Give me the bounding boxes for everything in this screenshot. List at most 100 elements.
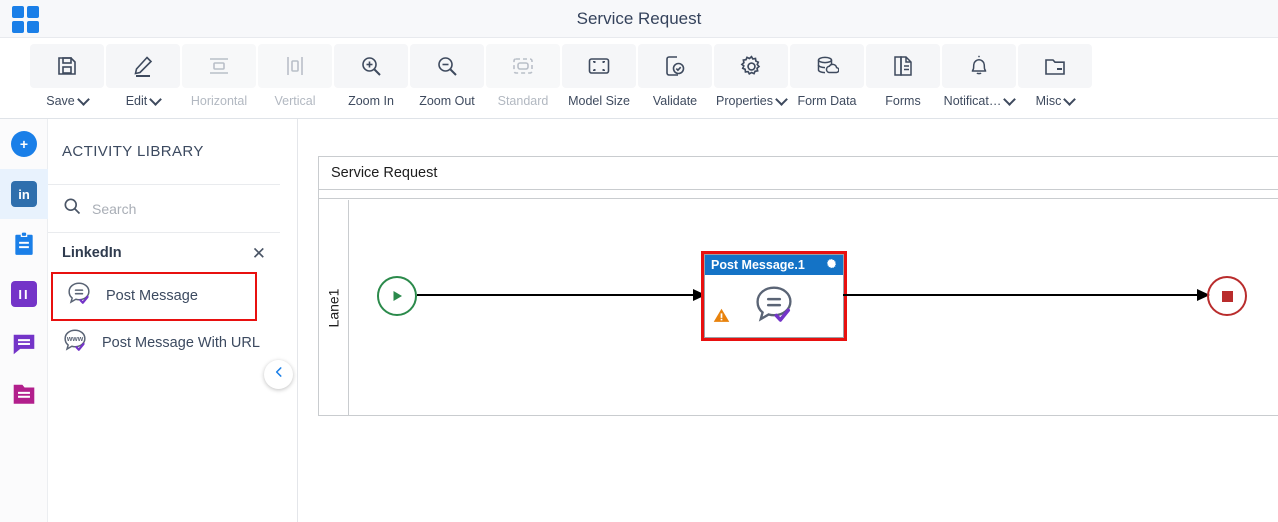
edit-label: Edit — [125, 94, 148, 108]
notifications-button[interactable]: Notificat… — [942, 38, 1016, 108]
gear-icon[interactable] — [826, 258, 838, 273]
rail-item-clipboard[interactable] — [0, 219, 48, 269]
pencil-edit-icon — [106, 44, 180, 88]
end-event-node[interactable] — [1207, 276, 1247, 316]
library-item-post-message-with-url[interactable]: www Post Message With URL — [48, 320, 280, 367]
vertical-button[interactable]: Vertical — [258, 38, 332, 108]
task-label: Post Message.1 — [711, 258, 805, 272]
chevron-down-icon — [79, 95, 88, 104]
bell-icon — [942, 44, 1016, 88]
plus-circle-icon: + — [11, 131, 37, 157]
misc-button[interactable]: Misc — [1018, 38, 1092, 108]
vertical-align-icon — [258, 44, 332, 88]
linkedin-post-icon — [748, 281, 800, 336]
chat-bubble-icon — [11, 331, 37, 357]
misc-label: Misc — [1035, 94, 1062, 108]
clipboard-icon — [11, 231, 37, 257]
zoom-in-icon — [334, 44, 408, 88]
pool-header: Service Request — [319, 157, 1278, 190]
rail-item-columns[interactable]: II — [0, 269, 48, 319]
save-button[interactable]: Save — [30, 38, 104, 108]
forms-label: Forms — [885, 94, 921, 108]
columns-icon: II — [11, 281, 37, 307]
start-event-node[interactable] — [377, 276, 417, 316]
chevron-down-icon — [1005, 95, 1014, 104]
lane-label: Lane1 — [319, 200, 349, 415]
warning-triangle-icon — [713, 307, 730, 329]
edit-button[interactable]: Edit — [106, 38, 180, 108]
horizontal-label: Horizontal — [190, 94, 248, 108]
model-size-icon — [562, 44, 636, 88]
stop-square-icon — [1221, 290, 1233, 302]
task-node-post-message-1[interactable]: Post Message.1 — [701, 251, 847, 341]
vertical-label: Vertical — [274, 94, 316, 108]
folder-lines-icon — [11, 381, 37, 407]
standard-button[interactable]: Standard — [486, 38, 560, 108]
search-icon — [62, 196, 82, 221]
chevron-down-icon — [777, 95, 786, 104]
sequence-flow-task-to-end[interactable] — [843, 289, 1210, 301]
gear-icon — [714, 44, 788, 88]
model-size-label: Model Size — [568, 94, 630, 108]
linkedin-post-url-icon: www — [60, 326, 90, 361]
play-triangle-icon — [393, 291, 402, 301]
validate-check-icon — [638, 44, 712, 88]
library-item-label: Post Message — [106, 287, 198, 304]
pool-service-request[interactable]: Service Request Lane1 Post Message.1 — [318, 156, 1278, 416]
main-toolbar: Save Edit Horizontal Vertical Zoom In Zo… — [0, 38, 1278, 119]
zoom-in-button[interactable]: Zoom In — [334, 38, 408, 108]
lane-name: Lane1 — [325, 288, 342, 327]
notifications-label: Notificat… — [943, 94, 1002, 108]
library-item-post-message[interactable]: Post Message — [51, 272, 257, 321]
horizontal-button[interactable]: Horizontal — [182, 38, 256, 108]
zoom-out-button[interactable]: Zoom Out — [410, 38, 484, 108]
model-size-button[interactable]: Model Size — [562, 38, 636, 108]
folder-icon — [1018, 44, 1092, 88]
chevron-left-icon — [272, 365, 286, 384]
library-group-header: LinkedIn ✕ — [48, 233, 280, 273]
rail-item-folder[interactable] — [0, 369, 48, 419]
icon-rail: + in II — [0, 119, 48, 522]
zoom-in-label: Zoom In — [348, 94, 394, 108]
zoom-out-label: Zoom Out — [419, 94, 475, 108]
form-data-button[interactable]: Form Data — [790, 38, 864, 108]
search-input[interactable] — [92, 200, 252, 217]
rail-item-chat[interactable] — [0, 319, 48, 369]
task-body — [705, 275, 843, 337]
horizontal-align-icon — [182, 44, 256, 88]
properties-button[interactable]: Properties — [714, 38, 788, 108]
form-data-label: Form Data — [797, 94, 857, 108]
close-x-icon[interactable]: ✕ — [252, 245, 266, 262]
documents-icon — [866, 44, 940, 88]
chevron-down-icon — [151, 95, 160, 104]
chevron-down-icon — [1065, 95, 1074, 104]
page-title: Service Request — [576, 9, 702, 28]
rail-item-linkedin[interactable]: in — [0, 169, 48, 219]
svg-text:www: www — [66, 336, 84, 343]
title-bar: Service Request — [0, 0, 1278, 38]
collapse-panel-button[interactable] — [264, 360, 293, 389]
pool-name: Service Request — [331, 165, 438, 181]
application-window: Service Request Save Edit Horizontal Ver… — [0, 0, 1278, 522]
validate-label: Validate — [652, 94, 698, 108]
rail-item-add[interactable]: + — [0, 119, 48, 169]
database-icon — [790, 44, 864, 88]
library-group-name: LinkedIn — [62, 245, 122, 261]
standard-size-icon — [486, 44, 560, 88]
diagram-canvas[interactable]: Service Request Lane1 Post Message.1 — [297, 119, 1278, 522]
pool-strip — [319, 190, 1278, 199]
activity-library-title: ACTIVITY LIBRARY — [48, 119, 280, 185]
linkedin-icon: in — [11, 181, 37, 207]
properties-label: Properties — [716, 94, 773, 108]
standard-label: Standard — [497, 94, 549, 108]
task-header: Post Message.1 — [705, 255, 843, 275]
save-label: Save — [46, 94, 75, 108]
lane-body[interactable]: Post Message.1 — [349, 200, 1278, 415]
forms-button[interactable]: Forms — [866, 38, 940, 108]
validate-button[interactable]: Validate — [638, 38, 712, 108]
sequence-flow-start-to-task[interactable] — [417, 289, 706, 301]
search-row — [48, 185, 280, 233]
library-item-label: Post Message With URL — [102, 334, 260, 351]
linkedin-post-icon — [64, 279, 94, 314]
lane-lane1[interactable]: Lane1 Post Message.1 — [319, 200, 1278, 415]
